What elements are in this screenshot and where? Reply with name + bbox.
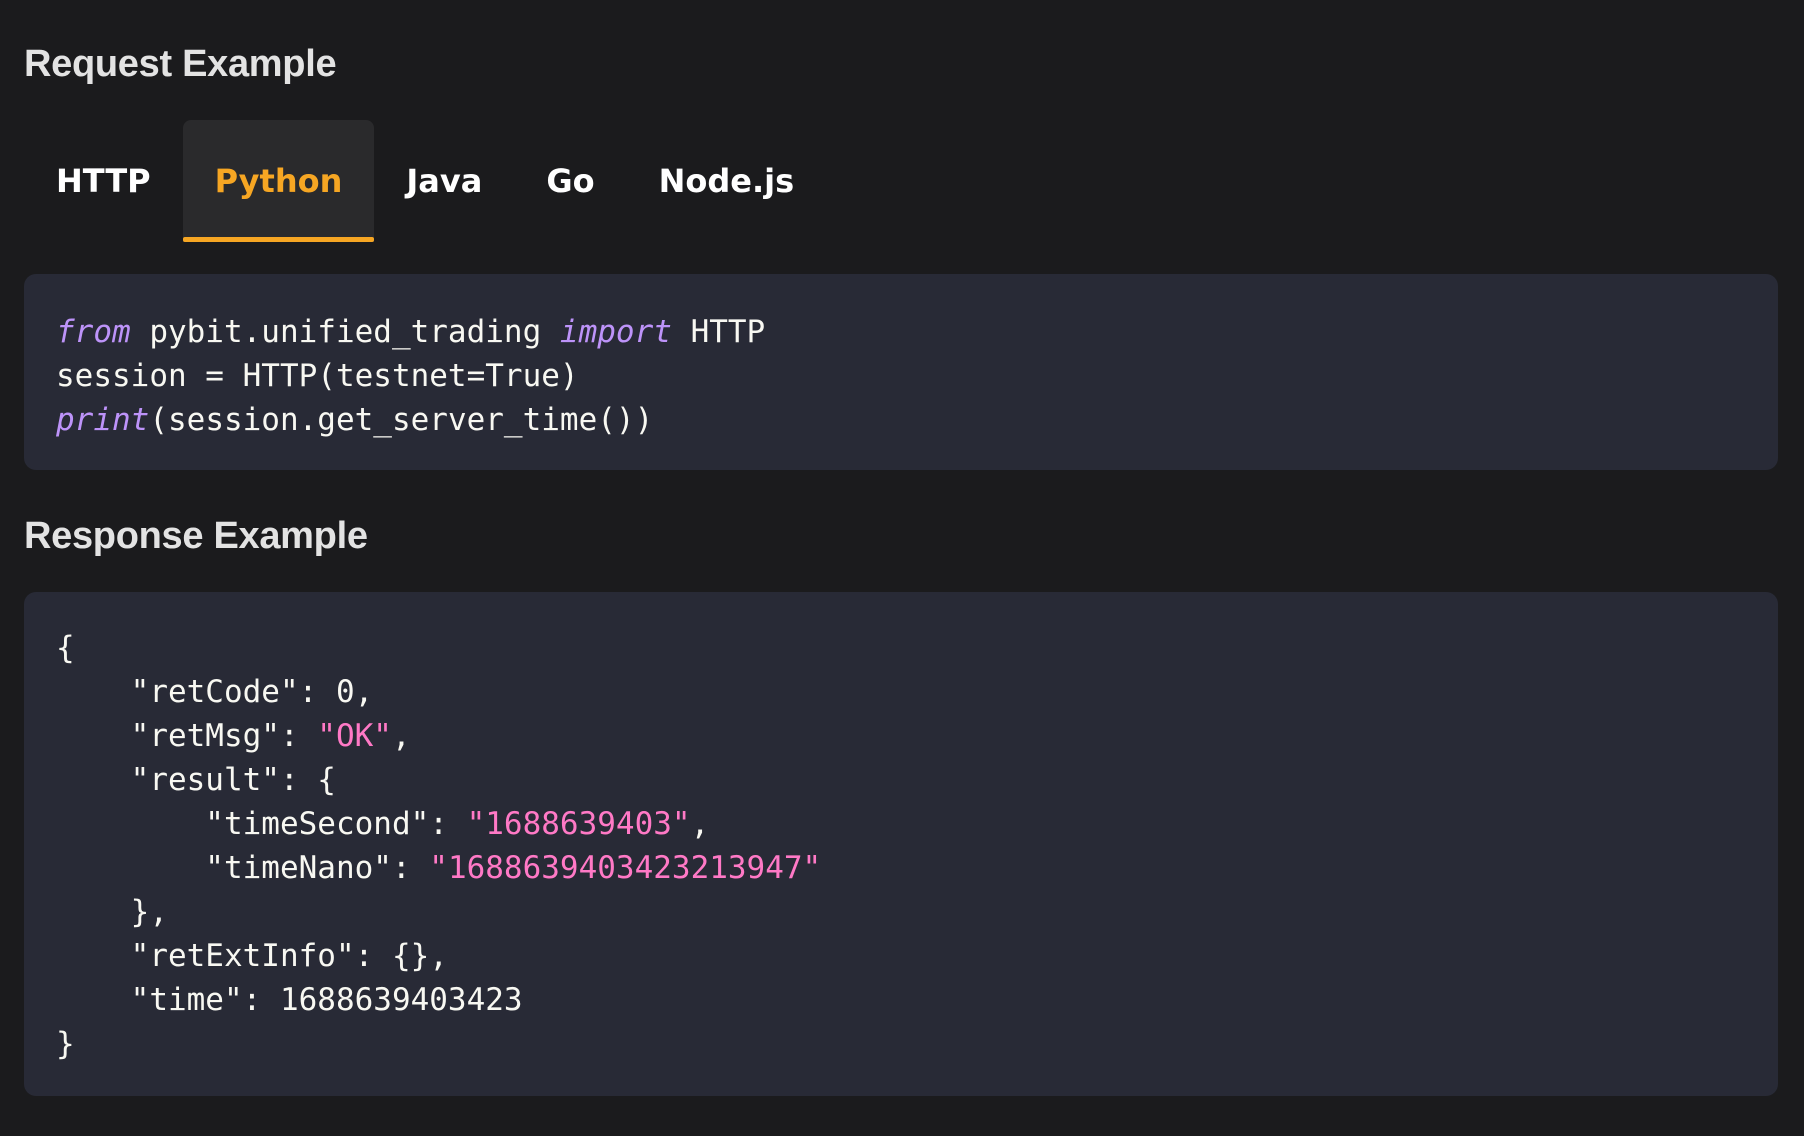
json-punct: , bbox=[690, 806, 710, 842]
code-line-1: from pybit.unified_trading import HTTP bbox=[56, 310, 1746, 354]
code-line-3: print(session.get_server_time()) bbox=[56, 398, 1746, 442]
json-key: "timeSecond": bbox=[56, 806, 467, 842]
response-code-block[interactable]: { "retCode": 0, "retMsg": "OK", "result"… bbox=[24, 592, 1778, 1096]
import-name: HTTP bbox=[671, 314, 766, 350]
json-line: "retMsg": "OK", bbox=[56, 714, 1746, 758]
code-padding-top bbox=[56, 592, 1746, 626]
json-line: "time": 1688639403423 bbox=[56, 982, 523, 1018]
json-string-value: "1688639403423213947" bbox=[429, 850, 822, 886]
json-line: "timeNano": "1688639403423213947" bbox=[56, 846, 1746, 890]
json-line: "result": { bbox=[56, 762, 336, 798]
tab-go[interactable]: Go bbox=[514, 120, 626, 242]
response-example-heading: Response Example bbox=[24, 515, 368, 557]
json-line: "retCode": 0, bbox=[56, 674, 374, 710]
request-example-heading: Request Example bbox=[24, 43, 337, 85]
json-line: "retExtInfo": {}, bbox=[56, 938, 448, 974]
tab-java[interactable]: Java bbox=[374, 120, 514, 242]
json-punct: , bbox=[391, 718, 411, 754]
code-line-2: session = HTTP(testnet=True) bbox=[56, 358, 579, 394]
json-line: "timeSecond": "1688639403", bbox=[56, 802, 1746, 846]
json-line: }, bbox=[56, 894, 168, 930]
keyword-from: from bbox=[56, 314, 131, 350]
language-tabs: HTTP Python Java Go Node.js bbox=[24, 120, 826, 242]
json-line: { bbox=[56, 630, 75, 666]
keyword-print: print bbox=[56, 402, 150, 438]
request-code-block[interactable]: from pybit.unified_trading import HTTP s… bbox=[24, 274, 1778, 470]
json-key: "retMsg": bbox=[56, 718, 318, 754]
json-string-value: "1688639403" bbox=[466, 806, 691, 842]
keyword-import: import bbox=[559, 314, 672, 350]
tab-nodejs[interactable]: Node.js bbox=[627, 120, 827, 242]
json-key: "timeNano": bbox=[56, 850, 430, 886]
tab-python[interactable]: Python bbox=[182, 120, 375, 242]
code-padding-top bbox=[56, 274, 1746, 310]
print-args: (session.get_server_time()) bbox=[149, 402, 654, 438]
json-string-value: "OK" bbox=[317, 718, 392, 754]
json-line: } bbox=[56, 1026, 75, 1062]
module-text: pybit.unified_trading bbox=[130, 314, 560, 350]
tab-http[interactable]: HTTP bbox=[24, 120, 183, 242]
